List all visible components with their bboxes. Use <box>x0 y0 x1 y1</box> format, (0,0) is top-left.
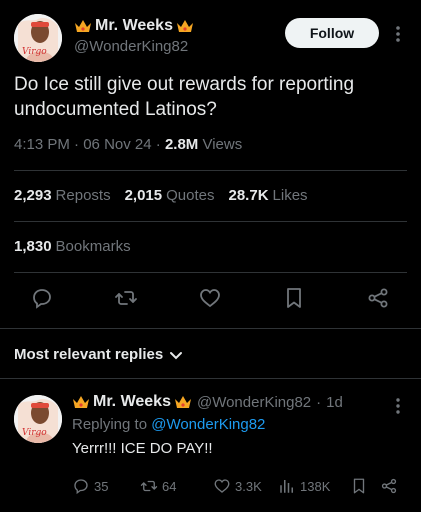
replies-sort-dropdown[interactable]: Most relevant replies <box>14 346 183 363</box>
reply-author-handle[interactable]: @WonderKing82 <box>197 394 311 411</box>
author-handle[interactable]: @WonderKing82 <box>74 38 194 55</box>
reply-text: Yerrr!!! ICE DO PAY!! <box>72 440 213 457</box>
reply-action-bar: 35 64 3.3K 138K <box>72 477 407 497</box>
reply-reply-count: 35 <box>94 478 109 494</box>
reply-avatar[interactable]: Virgo <box>14 395 62 443</box>
views-count: 2.8M <box>164 136 199 153</box>
engagement-stats: 2,293 Reposts 2,015 Quotes 28.7K Likes <box>14 187 308 204</box>
bookmarks-count: 1,830 <box>14 238 52 255</box>
chevron-down-icon <box>170 351 183 359</box>
views-label: Views <box>202 136 243 153</box>
bookmarks-stat[interactable]: 1,830 Bookmarks <box>14 238 131 255</box>
likes-label: Likes <box>272 187 308 204</box>
views-icon <box>280 480 293 493</box>
quotes-stat[interactable]: 2,015 Quotes <box>125 187 215 204</box>
reposts-label: Reposts <box>55 187 111 204</box>
reply-views-button[interactable]: 138K <box>278 477 330 495</box>
bookmarks-label: Bookmarks <box>55 238 131 255</box>
reply-bookmark-button[interactable] <box>350 477 368 495</box>
follow-button[interactable]: Follow <box>285 18 379 48</box>
author-block: Mr. Weeks @WonderKing82 <box>74 17 194 55</box>
reply-avatar-caption: Virgo <box>22 428 47 438</box>
reply-reply-button[interactable]: 35 <box>72 477 108 495</box>
reply-icon[interactable] <box>30 286 56 312</box>
reply-author-name[interactable]: Mr. Weeks <box>93 393 171 411</box>
crown-icon <box>75 20 91 32</box>
repost-icon <box>140 480 158 492</box>
divider <box>0 378 421 379</box>
crown-icon <box>176 20 193 32</box>
replies-sort-label: Most relevant replies <box>14 346 164 363</box>
meta-separator: · <box>155 136 165 153</box>
reply-like-button[interactable]: 3.3K <box>213 477 262 495</box>
reply-repost-count: 64 <box>162 478 177 494</box>
reply-body: Mr. Weeks @WonderKing82 · 1d Replying to… <box>72 393 407 457</box>
bookmark-icon[interactable] <box>282 286 308 312</box>
quotes-label: Quotes <box>166 187 215 204</box>
likes-stat[interactable]: 28.7K Likes <box>229 187 308 204</box>
divider <box>14 221 407 222</box>
post-text: Do Ice still give out rewards for report… <box>14 74 355 120</box>
reply-share-button[interactable] <box>380 477 398 495</box>
crown-icon <box>73 396 89 408</box>
more-options-icon[interactable] <box>389 24 407 44</box>
replying-to-mention[interactable]: @WonderKing82 <box>151 416 265 433</box>
divider <box>14 170 407 171</box>
replying-to-prefix: Replying to <box>72 416 148 433</box>
reply-header: Mr. Weeks @WonderKing82 · 1d <box>72 393 407 411</box>
avatar[interactable]: Virgo <box>14 14 62 62</box>
reply-like-count: 3.3K <box>235 478 262 494</box>
like-icon <box>214 479 230 493</box>
crown-icon <box>174 396 191 408</box>
divider <box>14 272 407 273</box>
share-icon <box>381 478 397 494</box>
avatar-caption: Virgo <box>22 47 47 57</box>
meta-separator: · <box>316 393 322 411</box>
reply-age[interactable]: 1d <box>326 394 343 411</box>
post-time[interactable]: 4:13 PM <box>14 136 70 153</box>
reposts-stat[interactable]: 2,293 Reposts <box>14 187 111 204</box>
divider <box>0 328 421 329</box>
share-icon[interactable] <box>366 286 392 312</box>
author-name-row[interactable]: Mr. Weeks <box>74 17 194 35</box>
reply-view-count: 138K <box>300 478 331 494</box>
likes-count: 28.7K <box>228 187 269 204</box>
reply-icon <box>74 479 88 495</box>
post-action-bar <box>0 286 421 316</box>
reposts-count: 2,293 <box>14 187 52 204</box>
bookmark-stats: 1,830 Bookmarks <box>14 238 131 255</box>
author-display-name: Mr. Weeks <box>95 17 173 34</box>
replying-to: Replying to @WonderKing82 <box>72 416 407 433</box>
reply-repost-button[interactable]: 64 <box>140 477 176 495</box>
like-icon[interactable] <box>198 286 224 312</box>
post-date[interactable]: 06 Nov 24 <box>83 136 151 153</box>
post-header: Virgo Mr. Weeks @WonderKing82 Follow <box>14 14 407 62</box>
quotes-count: 2,015 <box>124 187 163 204</box>
bookmark-icon <box>353 478 365 494</box>
repost-icon[interactable] <box>114 286 140 312</box>
reply-more-options-icon[interactable] <box>389 397 407 415</box>
meta-separator: · <box>74 136 84 153</box>
post-meta: 4:13 PM · 06 Nov 24 · 2.8M Views <box>14 136 242 153</box>
